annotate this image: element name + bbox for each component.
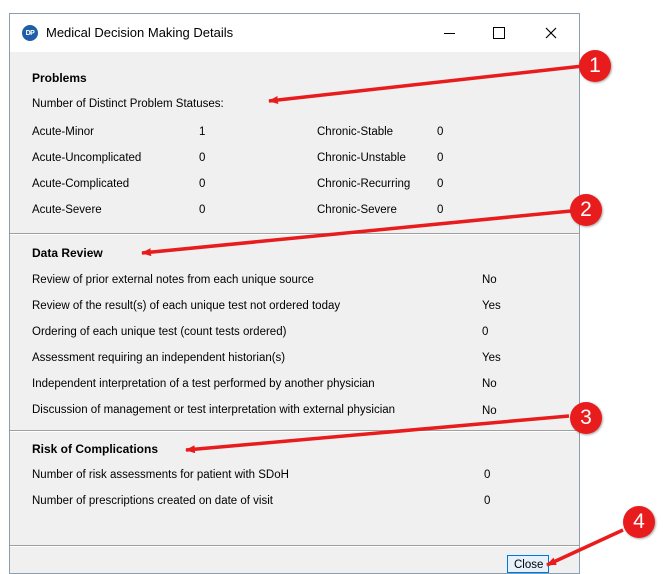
- problems-heading: Problems: [32, 71, 87, 85]
- minimize-icon: [443, 32, 455, 34]
- problem-label: Acute-Uncomplicated: [32, 152, 142, 164]
- data-review-value: No: [482, 274, 497, 286]
- maximize-icon: [493, 27, 505, 39]
- risk-value: 0: [484, 469, 491, 481]
- close-icon: [545, 27, 557, 39]
- problem-label: Chronic-Unstable: [317, 152, 406, 164]
- data-review-label: Independent interpretation of a test per…: [32, 378, 375, 390]
- data-review-value: No: [482, 378, 497, 390]
- problem-label: Acute-Complicated: [32, 178, 130, 190]
- annotation-badge: 3: [570, 402, 602, 434]
- problem-label: Chronic-Recurring: [317, 178, 411, 190]
- maximize-button[interactable]: [476, 14, 522, 52]
- problem-value: 0: [199, 178, 206, 190]
- section-divider: [10, 430, 579, 432]
- problem-label: Chronic-Stable: [317, 126, 394, 138]
- data-review-label: Assessment requiring an independent hist…: [32, 352, 286, 364]
- window-close-button[interactable]: [528, 14, 574, 52]
- data-review-value: Yes: [482, 352, 501, 364]
- app-logo-icon: DP: [22, 25, 38, 41]
- data-review-label: Review of prior external notes from each…: [32, 274, 314, 286]
- annotation-badge: 4: [623, 506, 655, 538]
- problem-statuses-label: Number of Distinct Problem Statuses:: [32, 98, 224, 110]
- problem-value: 0: [199, 152, 206, 164]
- problem-value: 0: [437, 126, 444, 138]
- data-review-label: Ordering of each unique test (count test…: [32, 326, 287, 338]
- risk-value: 0: [484, 495, 491, 507]
- problem-value: 0: [199, 204, 206, 216]
- data-review-label: Discussion of management or test interpr…: [32, 404, 396, 416]
- annotation-badge: 1: [579, 50, 611, 82]
- problem-label: Acute-Severe: [32, 204, 102, 216]
- title-bar[interactable]: DP Medical Decision Making Details: [10, 14, 579, 52]
- problem-value: 0: [437, 204, 444, 216]
- dialog-content: Problems Number of Distinct Problem Stat…: [10, 52, 579, 573]
- risk-label: Number of prescriptions created on date …: [32, 495, 273, 507]
- problem-value: 0: [437, 152, 444, 164]
- section-divider: [10, 233, 579, 235]
- data-review-value: No: [482, 405, 497, 417]
- mdm-details-dialog: DP Medical Decision Making Details Probl…: [9, 13, 580, 574]
- minimize-button[interactable]: [426, 14, 472, 52]
- footer-divider: [10, 545, 579, 547]
- close-button[interactable]: Close: [507, 555, 549, 573]
- risk-heading: Risk of Complications: [32, 442, 159, 456]
- data-review-label: Review of the result(s) of each unique t…: [32, 300, 341, 312]
- data-review-heading: Data Review: [32, 246, 103, 260]
- problem-value: 1: [199, 126, 206, 138]
- risk-label: Number of risk assessments for patient w…: [32, 469, 289, 481]
- data-review-value: 0: [482, 326, 489, 338]
- window-title: Medical Decision Making Details: [46, 25, 234, 40]
- data-review-value: Yes: [482, 300, 501, 312]
- problem-label: Chronic-Severe: [317, 204, 397, 216]
- annotation-badge: 2: [570, 194, 602, 226]
- problem-value: 0: [437, 178, 444, 190]
- problem-label: Acute-Minor: [32, 126, 94, 138]
